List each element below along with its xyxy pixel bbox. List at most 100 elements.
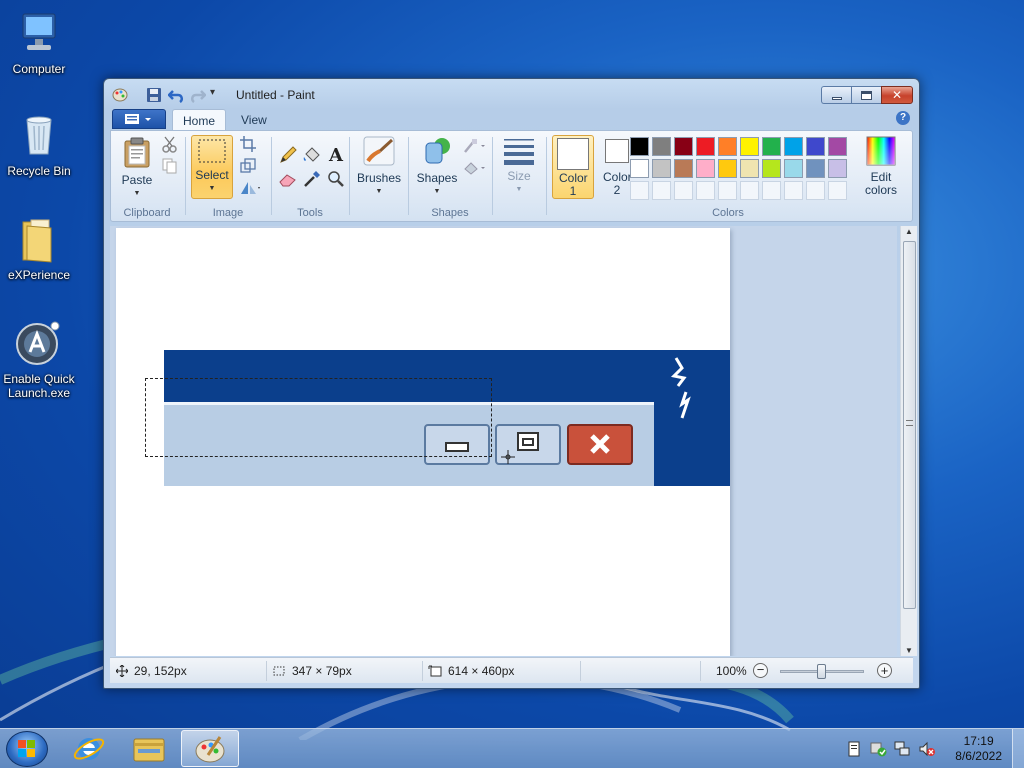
pencil-icon[interactable] <box>278 145 298 165</box>
group-image: Select ▼ Image <box>187 133 269 219</box>
taskbar-explorer-button[interactable] <box>120 730 178 767</box>
windows-logo-icon <box>18 740 35 757</box>
app-logo-icon <box>15 320 63 368</box>
scroll-down-icon[interactable]: ▼ <box>905 646 913 655</box>
color-swatch[interactable] <box>718 159 737 178</box>
color-swatch[interactable] <box>718 137 737 156</box>
size-button[interactable]: Size ▼ <box>498 135 540 196</box>
minimize-button[interactable] <box>821 86 851 104</box>
custom-color-slot[interactable] <box>696 181 715 200</box>
edit-colors-button[interactable]: Edit colors <box>860 135 902 197</box>
close-button[interactable]: ✕ <box>881 86 913 104</box>
scrollbar-thumb[interactable] <box>903 241 916 609</box>
color-swatch[interactable] <box>828 137 847 156</box>
maximize-button[interactable] <box>851 86 881 104</box>
custom-color-slot[interactable] <box>828 181 847 200</box>
color-swatch[interactable] <box>652 159 671 178</box>
fill-bucket-icon[interactable] <box>302 145 322 165</box>
outline-icon[interactable] <box>462 137 485 157</box>
customize-qat-icon[interactable]: ▾ <box>210 87 226 103</box>
redo-icon[interactable] <box>190 87 207 104</box>
caption-buttons: ✕ <box>821 86 913 104</box>
custom-color-slot[interactable] <box>784 181 803 200</box>
color-swatch[interactable] <box>784 137 803 156</box>
magnifier-icon[interactable] <box>326 169 346 189</box>
folder-icon <box>133 738 165 762</box>
undo-icon[interactable] <box>167 87 184 104</box>
help-icon[interactable]: ? <box>896 111 910 125</box>
color-swatch[interactable] <box>806 137 825 156</box>
desktop-icon-enable-quick-launch[interactable]: Enable Quick Launch.exe <box>1 320 77 400</box>
taskbar-ie-button[interactable] <box>60 730 118 767</box>
desktop-icon-recycle-bin[interactable]: Recycle Bin <box>1 112 77 178</box>
tab-home[interactable]: Home <box>172 109 227 131</box>
desktop-icon-experience[interactable]: eXPerience <box>1 216 77 282</box>
custom-color-slot[interactable] <box>652 181 671 200</box>
vertical-scrollbar[interactable]: ▲ ▼ <box>900 226 917 656</box>
volume-muted-icon[interactable] <box>918 741 935 757</box>
paint-menu-button[interactable] <box>112 109 166 129</box>
show-desktop-button[interactable] <box>1012 729 1024 768</box>
color-swatch[interactable] <box>806 159 825 178</box>
cut-icon[interactable] <box>161 135 181 155</box>
paste-label: Paste <box>121 173 153 187</box>
color-swatch[interactable] <box>630 159 649 178</box>
color1-button[interactable]: Color 1 <box>552 135 594 199</box>
color-swatch[interactable] <box>630 137 649 156</box>
custom-color-slot[interactable] <box>718 181 737 200</box>
start-button[interactable] <box>6 731 48 767</box>
paint-app-icon[interactable] <box>112 87 128 103</box>
group-size: Size ▼ <box>494 133 544 219</box>
taskbar-paint-button[interactable] <box>181 730 239 767</box>
color-swatch[interactable] <box>740 137 759 156</box>
title-bar[interactable]: ▾ Untitled - Paint ✕ <box>104 79 919 109</box>
custom-color-slot[interactable] <box>740 181 759 200</box>
selection-marquee[interactable] <box>145 378 492 457</box>
zoom-in-button[interactable]: + <box>877 663 892 678</box>
color-swatch[interactable] <box>762 137 781 156</box>
text-icon[interactable]: A <box>326 145 346 166</box>
color-picker-icon[interactable] <box>302 169 322 189</box>
select-button[interactable]: Select ▼ <box>191 135 233 199</box>
action-center-icon[interactable] <box>846 741 862 757</box>
copy-icon[interactable] <box>161 157 181 177</box>
custom-color-slot[interactable] <box>630 181 649 200</box>
network-icon[interactable] <box>894 741 910 757</box>
custom-color-slot[interactable] <box>674 181 693 200</box>
crop-icon[interactable] <box>239 135 259 155</box>
color-swatch[interactable] <box>696 137 715 156</box>
desktop-icon-computer[interactable]: Computer <box>1 10 77 76</box>
tab-view[interactable]: View <box>231 109 277 131</box>
shapes-button[interactable]: Shapes ▼ <box>414 135 460 198</box>
color-swatch[interactable] <box>696 159 715 178</box>
color-swatch[interactable] <box>784 159 803 178</box>
rotate-icon[interactable] <box>239 179 260 199</box>
custom-color-slot[interactable] <box>806 181 825 200</box>
taskbar-clock[interactable]: 17:19 8/6/2022 <box>955 734 1002 764</box>
group-clipboard: Paste ▼ Clipboard <box>111 133 183 219</box>
color-swatch[interactable] <box>762 159 781 178</box>
paste-button[interactable]: Paste ▼ <box>117 135 157 200</box>
cursor-position-icon <box>116 665 128 677</box>
scroll-up-icon[interactable]: ▲ <box>905 227 913 236</box>
zoom-out-button[interactable]: − <box>753 663 768 678</box>
fill-icon[interactable] <box>462 159 485 179</box>
clock-time: 17:19 <box>963 734 994 748</box>
zoom-slider-thumb[interactable] <box>817 664 826 679</box>
resize-icon[interactable] <box>239 157 259 177</box>
color-swatch[interactable] <box>674 137 693 156</box>
save-icon[interactable] <box>146 87 162 103</box>
status-divider <box>580 661 581 681</box>
brushes-button[interactable]: Brushes ▼ <box>355 135 403 198</box>
custom-color-slot[interactable] <box>762 181 781 200</box>
color-swatch[interactable] <box>828 159 847 178</box>
eraser-icon[interactable] <box>278 169 298 189</box>
zoom-slider[interactable] <box>780 664 864 679</box>
color-swatch[interactable] <box>740 159 759 178</box>
security-shield-icon[interactable] <box>870 741 887 757</box>
taskbar: 17:19 8/6/2022 <box>0 728 1024 768</box>
drawing-canvas[interactable] <box>116 228 730 656</box>
color-swatch[interactable] <box>674 159 693 178</box>
ribbon-tab-bar: Home View ? <box>110 109 910 131</box>
color-swatch[interactable] <box>652 137 671 156</box>
